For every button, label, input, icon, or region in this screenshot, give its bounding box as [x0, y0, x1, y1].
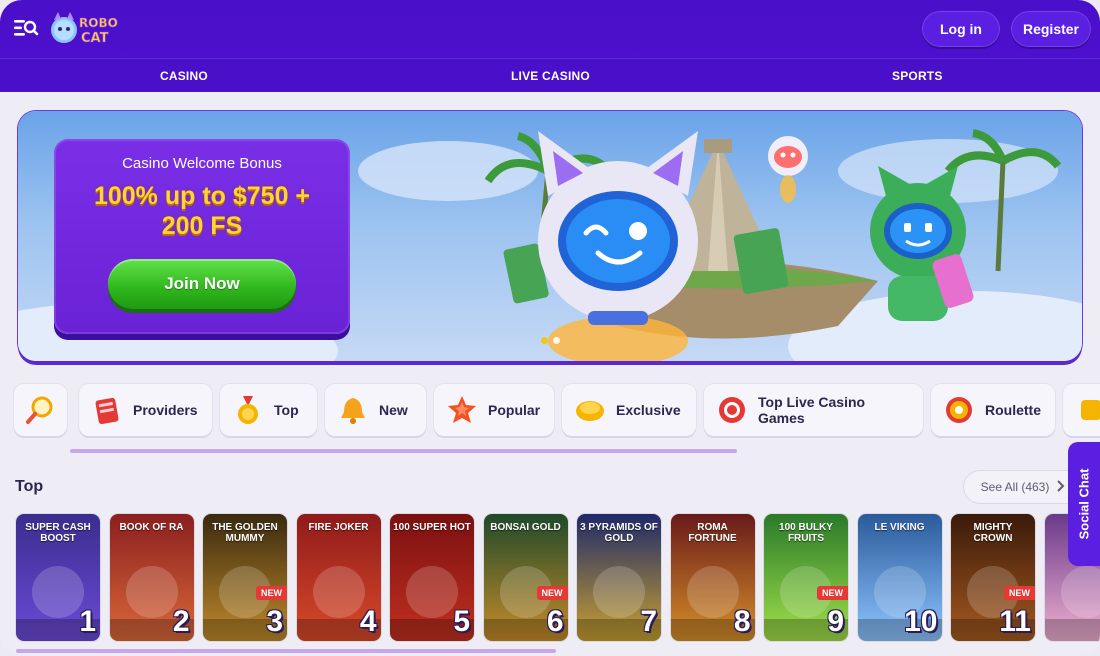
- game-tile[interactable]: 3 PYRAMIDS OF GOLD 7: [577, 514, 661, 641]
- category-chips: Providers Top New Popular Exclusive Top …: [14, 384, 1100, 438]
- game-title: LE VIKING: [874, 522, 925, 533]
- carousel-dot-1[interactable]: [541, 337, 548, 344]
- chip-label: Top Live Casino Games: [758, 394, 866, 426]
- new-badge: NEW: [256, 586, 287, 600]
- game-title: 100 SUPER HOT: [393, 522, 471, 533]
- nav-sports[interactable]: SPORTS: [892, 59, 943, 93]
- game-rank: 1: [79, 605, 96, 638]
- menu-search-icon[interactable]: [13, 16, 39, 40]
- game-rank: 9: [827, 605, 844, 638]
- chip-providers[interactable]: Providers: [79, 384, 212, 436]
- promo-subtitle: Casino Welcome Bonus: [122, 155, 282, 172]
- gem-icon: [574, 394, 606, 426]
- promo-title-line2: 200 FS: [161, 212, 243, 240]
- chip-label: Top: [274, 402, 299, 418]
- chip-top-live-casino[interactable]: Top Live Casino Games: [704, 384, 923, 436]
- top-games-row: SUPER CASH BOOST 1 BOOK OF RA 2 THE GOLDEN M…: [16, 514, 1100, 642]
- main-nav: CASINO LIVE CASINO SPORTS: [0, 58, 1100, 92]
- chip-label: Roulette: [985, 402, 1041, 418]
- game-tile[interactable]: BONSAI GOLD 6 NEW: [483, 514, 568, 641]
- bell-icon: [337, 394, 369, 426]
- game-title: FIRE JOKER: [308, 522, 369, 533]
- login-button[interactable]: Log in: [922, 11, 1000, 47]
- robocat-logo[interactable]: ROBO CAT: [50, 8, 118, 50]
- new-badge: NEW: [817, 586, 848, 600]
- promo-title: 100% up to $750 + 200 FS: [54, 181, 350, 241]
- search-icon: [24, 394, 56, 426]
- game-title: THE GOLDEN MUMMY: [212, 522, 278, 544]
- game-tile[interactable]: LE VIKING 10: [857, 514, 942, 641]
- game-rank: 5: [453, 605, 470, 638]
- game-title: ROMA FORTUNE: [688, 522, 737, 544]
- game-title: BOOK OF RA: [119, 522, 184, 533]
- providers-icon: [91, 394, 123, 426]
- roulette-icon: [943, 394, 975, 426]
- chip-top[interactable]: Top: [220, 384, 317, 436]
- game-tile[interactable]: 100 SUPER HOT 5: [390, 514, 474, 641]
- chip-roulette[interactable]: Roulette: [931, 384, 1055, 436]
- social-chat-label: Social Chat: [1076, 468, 1092, 540]
- star-icon: [446, 394, 478, 426]
- see-all-button[interactable]: See All (463): [964, 471, 1082, 503]
- chip-label: Providers: [133, 402, 198, 418]
- hero-banner[interactable]: Casino Welcome Bonus 100% up to $750 + 2…: [18, 111, 1082, 361]
- chip-new[interactable]: New: [325, 384, 426, 436]
- game-title: MIGHTY CROWN: [973, 522, 1013, 544]
- promo-title-line1: 100% up to $750 +: [93, 182, 311, 210]
- chevron-right-icon: [1057, 479, 1065, 495]
- new-badge: NEW: [536, 586, 568, 600]
- game-title: 3 PYRAMIDS OF GOLD: [580, 522, 658, 544]
- game-tile[interactable]: 100 BULKY FRUITS 9 NEW: [764, 514, 848, 641]
- medal-icon: [232, 394, 264, 426]
- top-header: ROBO CAT Log in Register: [0, 0, 1100, 58]
- app-frame: ROBO CAT Log in Register CASINO LIVE CAS…: [0, 0, 1100, 656]
- game-tile[interactable]: SUPER CASH BOOST 1: [16, 514, 100, 641]
- new-badge: NEW: [1004, 586, 1035, 600]
- section-title-top: Top: [15, 478, 44, 495]
- game-tile[interactable]: FIRE JOKER 4: [296, 514, 381, 641]
- game-rank: 3: [266, 605, 283, 638]
- game-title: 100 BULKY FRUITS: [779, 522, 833, 544]
- game-tile[interactable]: MIGHTY CROWN 11 NEW: [951, 514, 1035, 641]
- game-rank: 8: [733, 605, 751, 638]
- social-chat-tab[interactable]: Social Chat: [1068, 442, 1100, 566]
- coin-stack-icon: [1075, 394, 1100, 426]
- game-rank: 10: [904, 605, 938, 638]
- chip-exclusive[interactable]: Exclusive: [562, 384, 696, 436]
- game-tile[interactable]: BOOK OF RA 2: [109, 514, 194, 641]
- game-title: BONSAI GOLD: [490, 522, 561, 533]
- chip-label: Popular: [488, 402, 541, 418]
- join-now-button[interactable]: Join Now: [108, 259, 296, 309]
- chip-label: New: [379, 402, 408, 418]
- chips-icon: [716, 394, 748, 426]
- nav-casino[interactable]: CASINO: [160, 59, 208, 93]
- chip-popular[interactable]: Popular: [434, 384, 554, 436]
- games-scroll-indicator[interactable]: [16, 649, 556, 653]
- chips-scroll-indicator[interactable]: [70, 449, 737, 453]
- game-rank: 4: [359, 605, 377, 638]
- svg-text:CAT: CAT: [81, 31, 109, 46]
- game-title: SUPER CASH BOOST: [25, 522, 91, 544]
- game-tile[interactable]: THE GOLDEN MUMMY 3 NEW: [203, 514, 287, 641]
- promo-card: Casino Welcome Bonus 100% up to $750 + 2…: [54, 139, 350, 334]
- game-rank: 6: [546, 605, 564, 638]
- nav-live-casino[interactable]: LIVE CASINO: [511, 59, 590, 93]
- register-button[interactable]: Register: [1011, 11, 1091, 47]
- carousel-dots: [541, 337, 560, 344]
- chip-search[interactable]: [14, 384, 67, 436]
- game-rank: 7: [640, 605, 657, 638]
- game-rank: 11: [999, 605, 1031, 638]
- carousel-dot-2[interactable]: [553, 337, 560, 344]
- game-tile[interactable]: ROMA FORTUNE 8: [670, 514, 755, 641]
- chip-label: Exclusive: [616, 402, 681, 418]
- svg-text:ROBO: ROBO: [79, 16, 118, 30]
- chip-more[interactable]: [1063, 384, 1100, 436]
- game-rank: 2: [172, 605, 190, 638]
- see-all-label: See All (463): [980, 480, 1050, 494]
